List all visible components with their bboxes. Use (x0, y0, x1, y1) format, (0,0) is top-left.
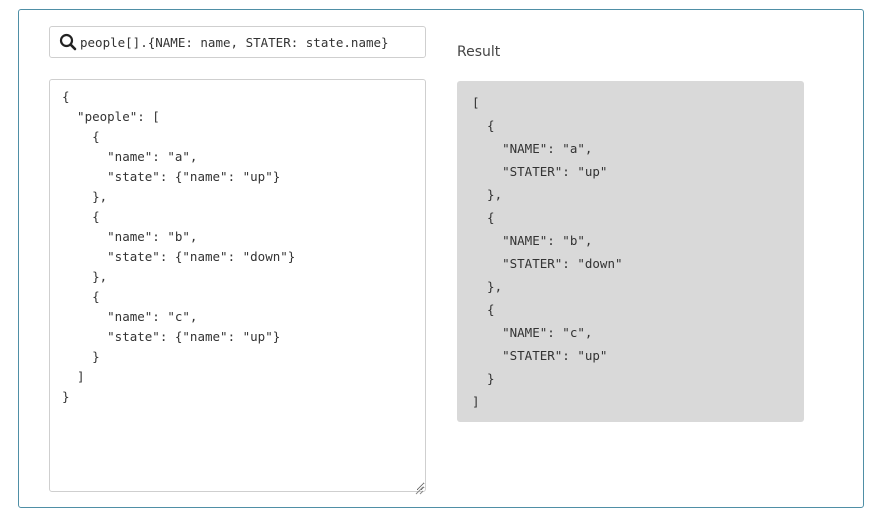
resize-handle-icon[interactable] (414, 480, 424, 495)
query-field[interactable] (49, 26, 426, 58)
result-heading: Result (457, 44, 501, 60)
json-input-editor[interactable]: { "people": [ { "name": "a", "state": {"… (49, 79, 426, 492)
query-input[interactable] (80, 32, 410, 52)
search-icon (59, 33, 77, 51)
result-output: [ { "NAME": "a", "STATER": "up" }, { "NA… (457, 81, 804, 422)
